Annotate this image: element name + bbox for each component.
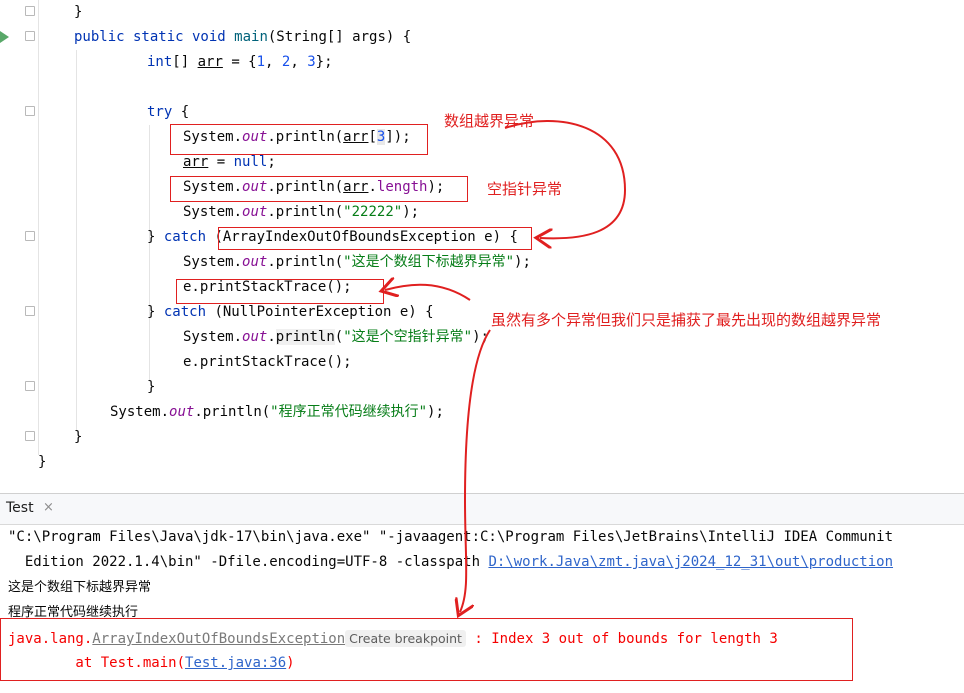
annotation-null-pointer: 空指针异常 (487, 180, 563, 198)
close-icon[interactable]: × (43, 500, 54, 515)
annotation-explanation: 虽然有多个异常但我们只是捕获了最先出现的数组越界异常 (491, 311, 882, 329)
console-command-line: "C:\Program Files\Java\jdk-17\bin\java.e… (8, 529, 894, 545)
code-line-printstacktrace: e.printStackTrace(); (183, 354, 352, 370)
code-line-try: try { (147, 104, 190, 120)
run-tab-bar: Test × (0, 493, 964, 525)
code-line-arr-decl: int[] arr = {1, 2, 3}; (147, 54, 333, 70)
code-editor[interactable]: } public static void main(String[] args)… (0, 0, 964, 493)
tab-test[interactable]: Test (6, 500, 34, 516)
code-line: } (74, 429, 83, 445)
code-line: } (74, 4, 83, 20)
code-line-main-signature: public static void main(String[] args) { (74, 29, 412, 45)
code-line-print-npe-msg: System.out.println("这是个空指针异常"); (183, 329, 489, 345)
console-command-line: Edition 2022.1.4\bin" -Dfile.encoding=UT… (8, 554, 894, 570)
annotation-box-exception (0, 618, 853, 681)
code-line-print-aioobe-msg: System.out.println("这是个数组下标越界异常"); (183, 254, 531, 270)
classpath-link[interactable]: D:\work.Java\zmt.java\j2024_12_31\out\pr… (488, 554, 893, 570)
code-line-print-continue: System.out.println("程序正常代码继续执行"); (110, 404, 444, 420)
code-line: } (147, 379, 156, 395)
code-line-print-22222: System.out.println("22222"); (183, 204, 420, 220)
code-line: } (38, 454, 47, 470)
annotation-box-length (170, 176, 468, 202)
run-console-panel[interactable]: Test × "C:\Program Files\Java\jdk-17\bin… (0, 493, 964, 693)
annotation-box-catch-param (218, 227, 532, 250)
console-output-line: 这是个数组下标越界异常 (8, 580, 152, 595)
annotation-box-printstacktrace (176, 279, 384, 304)
annotation-array-oob: 数组越界异常 (444, 112, 535, 130)
annotation-box-arr3 (170, 124, 428, 155)
